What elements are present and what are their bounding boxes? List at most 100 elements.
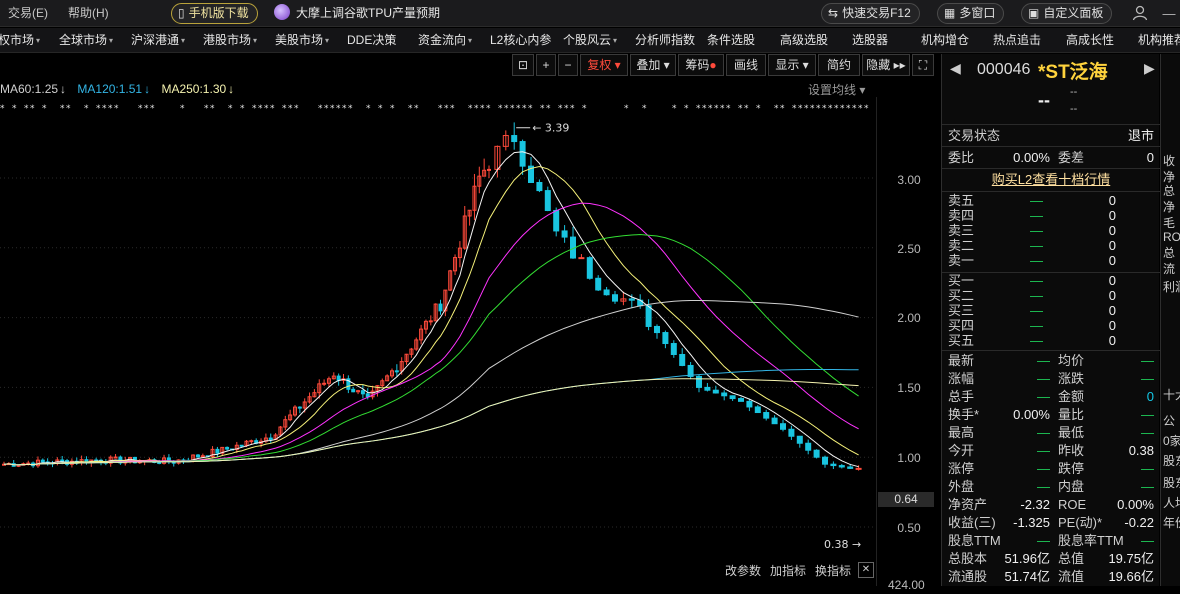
- kline-chart[interactable]: * * * * * * * * * * * * * * * * * * * * * * * * * * * * * * * * * * * * * * * *…: [0, 54, 940, 586]
- mobile-download-button[interactable]: ▯ 手机版下载: [171, 3, 258, 24]
- lock-icon[interactable]: ⊡: [512, 54, 534, 76]
- asks-row[interactable]: 卖三 —0: [942, 223, 1160, 238]
- prev-stock-icon[interactable]: ◀: [950, 60, 961, 77]
- signal-star: *: [756, 104, 761, 114]
- stock-name: *ST泛海: [1038, 62, 1108, 83]
- menu-item-1[interactable]: 全球市场 ▾: [59, 28, 113, 53]
- signal-star: *: [414, 104, 419, 114]
- simple-button[interactable]: 简约: [818, 54, 860, 76]
- asks-row[interactable]: 卖四 —0: [942, 208, 1160, 223]
- kline-chart-area[interactable]: * * * * * * * * * * * * * * * * * * * * * * * * * * * * * * * * * * * * * * * *…: [0, 54, 940, 592]
- menu-item-11[interactable]: 高级选股: [780, 28, 828, 53]
- f10-item[interactable]: 总: [1163, 182, 1175, 199]
- zoom-in-icon[interactable]: +: [536, 54, 556, 76]
- f10-item[interactable]: RO: [1163, 230, 1180, 244]
- signal-star: *: [144, 104, 149, 114]
- overlay-button[interactable]: 叠加 ▾: [630, 54, 676, 76]
- ma60-label: MA60:1.25: [0, 82, 59, 96]
- candle-body: [813, 449, 820, 458]
- f10-item[interactable]: 利润: [1163, 278, 1180, 295]
- draw-line-button[interactable]: 画线: [726, 54, 766, 76]
- fullscreen-icon[interactable]: ⛶: [912, 54, 934, 76]
- bids-row[interactable]: 买一 —0: [942, 273, 1160, 288]
- f10-item[interactable]: 净: [1163, 198, 1175, 215]
- custom-panel-button[interactable]: ▣ 自定义面板: [1021, 3, 1113, 24]
- menu-item-8[interactable]: 个股风云 ▾: [563, 28, 617, 53]
- zoom-out-icon[interactable]: −: [558, 54, 578, 76]
- next-stock-icon[interactable]: ▶: [1144, 60, 1155, 77]
- signal-star: *: [486, 104, 491, 114]
- signal-star: *: [840, 104, 845, 114]
- signal-star: *: [138, 104, 143, 114]
- f10-item[interactable]: 股东: [1163, 474, 1180, 491]
- menu-item-0[interactable]: 权市场 ▾: [0, 28, 40, 53]
- candle-body: [519, 141, 526, 167]
- signal-star: *: [96, 104, 101, 114]
- menu-item-13[interactable]: 机构增仓: [921, 28, 969, 53]
- menu-trade[interactable]: 交易(E): [8, 0, 48, 27]
- candle-body: [336, 375, 341, 381]
- menu-item-9[interactable]: 分析师指数: [635, 28, 695, 53]
- signal-star: *: [798, 104, 803, 114]
- menu-item-6[interactable]: 资金流向 ▾: [418, 28, 472, 53]
- f10-item[interactable]: 人均: [1163, 494, 1180, 511]
- f10-item[interactable]: 流: [1163, 260, 1175, 277]
- menu-item-12[interactable]: 选股器: [852, 28, 888, 53]
- signal-star: *: [150, 104, 155, 114]
- menu-item-7[interactable]: L2核心内参: [490, 28, 551, 53]
- candle-body: [662, 332, 669, 345]
- bids-row[interactable]: 买三 —0: [942, 303, 1160, 318]
- asks-row[interactable]: 卖一 —0: [942, 253, 1160, 268]
- display-button[interactable]: 显示 ▾: [768, 54, 816, 76]
- ma-settings-button[interactable]: 设置均线 ▾: [808, 81, 865, 98]
- signal-star: *: [450, 104, 455, 114]
- close-indicator-icon[interactable]: ✕: [858, 562, 874, 578]
- menu-item-16[interactable]: 机构推荐: [1138, 28, 1180, 53]
- f10-item[interactable]: 0家: [1163, 432, 1180, 449]
- stat-row: 总股本 51.96亿 总值 19.75亿: [948, 551, 1154, 566]
- change-params-button[interactable]: 改参数: [725, 562, 761, 580]
- menu-item-5[interactable]: DDE决策: [347, 28, 396, 53]
- menu-item-15[interactable]: 高成长性: [1066, 28, 1114, 53]
- stat-row: 外盘 — 内盘 —: [948, 479, 1154, 494]
- chips-button[interactable]: 筹码●: [678, 54, 724, 76]
- multi-window-button[interactable]: ▦ 多窗口: [937, 3, 1005, 24]
- f10-item[interactable]: 年份: [1163, 514, 1180, 531]
- menu-item-3[interactable]: 港股市场 ▾: [203, 28, 257, 53]
- candle-body: [536, 181, 543, 192]
- f10-item[interactable]: 总: [1163, 244, 1175, 261]
- signal-star: *: [858, 104, 863, 114]
- menu-item-2[interactable]: 沪深港通 ▾: [131, 28, 185, 53]
- menu-item-4[interactable]: 美股市场 ▾: [275, 28, 329, 53]
- signal-star: *: [516, 104, 521, 114]
- quick-trade-button[interactable]: ⇆ 快速交易F12: [821, 3, 920, 24]
- bids-row[interactable]: 买四 —0: [942, 318, 1160, 333]
- swap-indicator-button[interactable]: 换指标: [815, 562, 851, 580]
- candle-body: [351, 388, 356, 393]
- candle-body: [847, 466, 854, 469]
- user-icon[interactable]: [1132, 5, 1148, 21]
- asks-row[interactable]: 卖二 —0: [942, 238, 1160, 253]
- menu-item-10[interactable]: 条件选股: [707, 28, 755, 53]
- f10-item[interactable]: 股东: [1163, 452, 1180, 469]
- signal-star: *: [726, 104, 731, 114]
- menu-item-14[interactable]: 热点追击: [993, 28, 1041, 53]
- f10-item[interactable]: 收: [1163, 152, 1175, 169]
- f10-item[interactable]: 公: [1163, 412, 1175, 429]
- menu-help[interactable]: 帮助(H): [68, 0, 109, 27]
- f10-item[interactable]: 毛: [1163, 214, 1175, 231]
- bids-row[interactable]: 买五 —0: [942, 333, 1160, 348]
- asks-row[interactable]: 卖五 —0: [942, 193, 1160, 208]
- signal-star: *: [624, 104, 629, 114]
- news-ticker[interactable]: 大摩上调谷歌TPU产量预期: [274, 0, 440, 27]
- adjust-button[interactable]: 复权 ▾: [580, 54, 628, 76]
- ma-legend: MA60:1.25 ↓ MA120:1.51 ↓ MA250:1.30 ↓: [0, 82, 235, 96]
- f10-item[interactable]: 十大: [1163, 386, 1180, 403]
- bids-row[interactable]: 买二 —0: [942, 288, 1160, 303]
- hide-button[interactable]: 隐藏 ▸▸: [862, 54, 910, 76]
- candle-body: [805, 442, 812, 451]
- minimize-icon[interactable]: —: [1158, 0, 1180, 27]
- add-indicator-button[interactable]: 加指标: [770, 562, 806, 580]
- buy-l2-link[interactable]: 购买L2查看十档行情: [942, 171, 1160, 189]
- signal-star: *: [834, 104, 839, 114]
